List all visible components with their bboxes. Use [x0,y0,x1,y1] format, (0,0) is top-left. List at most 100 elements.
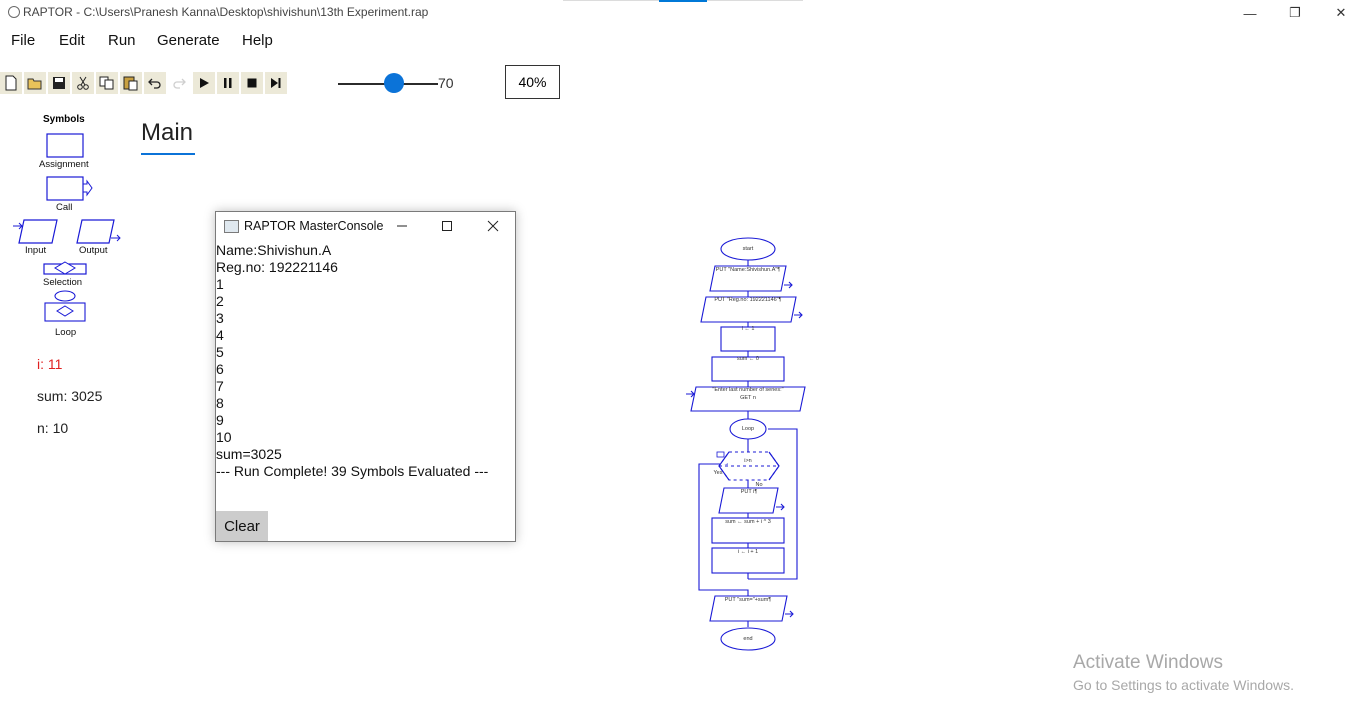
new-icon [5,75,17,91]
tab-main[interactable]: Main [141,119,193,147]
loop-symbol[interactable] [44,290,86,322]
master-console-window: RAPTOR MasterConsole Name:Shivishun.A Re… [215,211,516,542]
close-icon [487,220,499,232]
selection-label: Selection [43,277,83,288]
flow-condition-text: i>n [744,458,752,464]
redo-button[interactable] [168,72,190,94]
run-button[interactable] [193,72,215,94]
stop-button[interactable] [241,72,263,94]
console-line: 10 [216,429,232,445]
save-icon [53,77,65,89]
raptor-app-icon [8,6,20,18]
console-line: 8 [216,395,224,411]
input-symbol[interactable] [13,219,58,244]
flow-end-text: end [743,636,753,642]
variable-sum: sum: 3025 [37,388,103,404]
undo-icon [148,78,161,89]
assignment-symbol[interactable] [46,133,84,158]
flow-start-text: start [742,246,754,252]
speed-slider-thumb[interactable] [384,73,404,93]
output-label: Output [79,245,108,256]
assignment-label: Assignment [39,159,89,170]
flow-decision[interactable] [718,451,781,481]
paste-button[interactable] [120,72,142,94]
minimize-icon: — [1243,5,1257,21]
call-symbol[interactable] [46,176,93,201]
flow-sum-update-text: sum ← sum + i ^ 3 [725,519,771,525]
step-icon [271,78,281,88]
open-file-button[interactable] [24,72,46,94]
selection-symbol[interactable] [43,261,87,275]
open-icon [27,78,42,90]
flow-input-prompt-text: "Enter last number of series:" [712,387,784,393]
console-line: 9 [216,412,224,428]
symbols-title: Symbols [43,114,85,125]
console-window-icon [224,220,239,233]
console-line: 6 [216,361,224,377]
console-line: Name:Shivishun.A [216,242,332,258]
console-line: 3 [216,310,224,326]
menu-edit[interactable]: Edit [59,30,85,51]
window-title: RAPTOR - C:\Users\Pranesh Kanna\Desktop\… [23,5,429,19]
input-label: Input [25,245,47,256]
step-button[interactable] [265,72,287,94]
variable-n: n: 10 [37,420,69,436]
menu-generate[interactable]: Generate [157,30,220,51]
flow-assign-sum-text: sum ← 0 [736,356,759,362]
cut-button[interactable] [72,72,94,94]
menu-run[interactable]: Run [108,30,136,51]
activate-windows-subtitle: Go to Settings to activate Windows. [1073,677,1294,693]
console-line: sum=3025 [216,446,282,462]
flow-output-sum-text: PUT "sum="+sum¶ [724,597,772,603]
paste-icon [123,76,138,91]
console-line: 1 [216,276,224,292]
console-close-button[interactable] [478,216,508,236]
copy-icon [99,76,114,90]
flow-loop-text: Loop [741,426,755,432]
flowchart [686,237,806,651]
menu-file[interactable]: File [11,30,35,51]
activate-windows-title: Activate Windows [1073,652,1223,673]
call-label: Call [56,202,73,213]
loop-label: Loop [55,327,77,338]
console-line: 5 [216,344,224,360]
restore-icon: ❐ [1289,5,1301,20]
cut-icon [77,76,89,90]
redo-icon [173,78,186,89]
maximize-icon [442,221,452,231]
console-maximize-button[interactable] [432,216,462,236]
console-line: 4 [216,327,224,343]
clear-button[interactable]: Clear [216,511,268,541]
title-bar: RAPTOR - C:\Users\Pranesh Kanna\Desktop\… [0,0,1366,26]
console-output: Name:Shivishun.A Reg.no: 192221146 1 2 3… [216,242,515,480]
stop-icon [247,78,257,88]
flow-output-i-text: PUT i¶ [740,489,758,495]
flow-i-update-text: i ← i + 1 [737,549,759,555]
minimize-icon [397,225,407,227]
flow-output-reg-text: PUT "Reg.no: 192221146"¶ [714,297,782,303]
console-title: RAPTOR MasterConsole [244,219,384,233]
pause-button[interactable] [217,72,239,94]
close-button[interactable]: ✕ [1318,0,1364,26]
zoom-combobox[interactable]: 40% [505,65,560,99]
console-line: Reg.no: 192221146 [216,259,338,275]
copy-button[interactable] [96,72,118,94]
console-minimize-button[interactable] [387,216,417,236]
run-icon [200,78,209,88]
save-file-button[interactable] [48,72,70,94]
menu-help[interactable]: Help [242,30,273,51]
pause-icon [224,78,232,88]
console-title-bar[interactable]: RAPTOR MasterConsole [216,212,515,240]
close-icon: ✕ [1335,5,1347,20]
flow-yes-text: Yes [713,470,723,476]
minimize-button[interactable]: — [1227,0,1273,26]
undo-button[interactable] [144,72,166,94]
console-line: 7 [216,378,224,394]
tab-main-underline [141,153,195,155]
flow-input-var-text: GET n [740,395,756,401]
variable-i: i: 11 [37,356,63,372]
new-file-button[interactable] [0,72,22,94]
flow-no-text: No [755,482,763,488]
output-symbol[interactable] [76,219,121,244]
restore-button[interactable]: ❐ [1272,0,1318,26]
